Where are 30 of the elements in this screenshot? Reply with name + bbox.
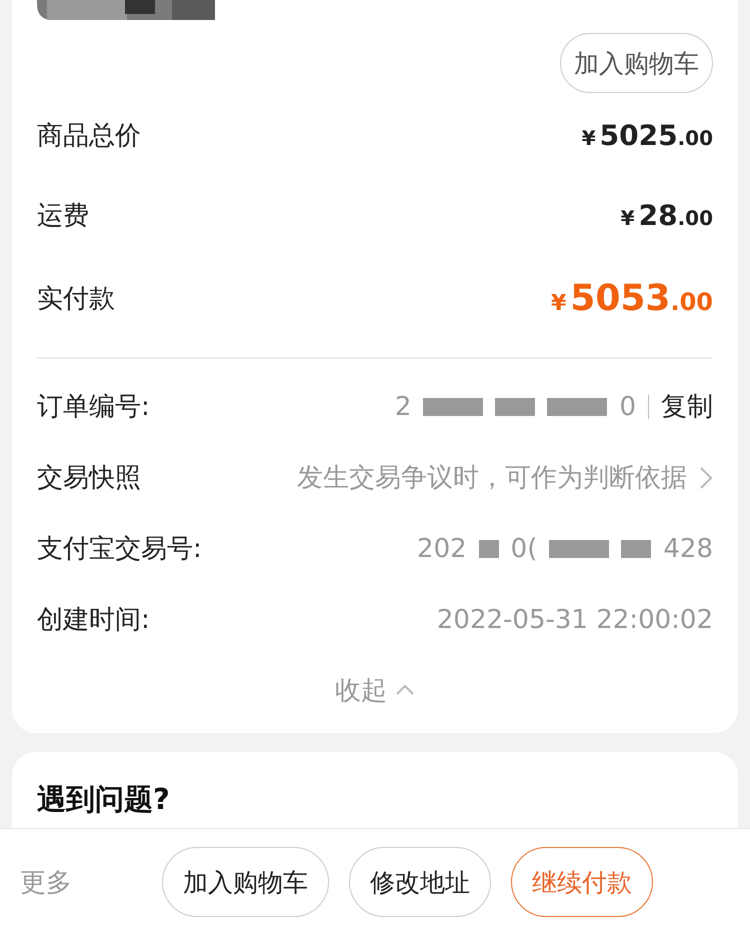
redaction-mark bbox=[495, 398, 536, 416]
action-button[interactable]: 修改地址 bbox=[349, 847, 491, 917]
order-number: 2 bbox=[394, 392, 412, 422]
add-to-cart-button[interactable]: 加入购物车 bbox=[560, 33, 713, 93]
price-value: ¥5025.00 bbox=[582, 119, 713, 152]
order-number: 0 bbox=[619, 392, 636, 422]
price-value: ¥28.00 bbox=[620, 199, 713, 232]
redaction-mark bbox=[621, 540, 652, 558]
chevron-up-icon bbox=[395, 684, 415, 696]
action-button[interactable]: 加入购物车 bbox=[162, 847, 329, 917]
redaction-mark bbox=[549, 540, 610, 558]
price-label: 实付款 bbox=[37, 282, 115, 316]
transaction-number: 202 bbox=[417, 534, 467, 564]
redaction-mark bbox=[478, 540, 499, 558]
copy-link[interactable]: 复制 bbox=[661, 389, 713, 424]
transaction-number: 0( bbox=[510, 534, 538, 564]
detail-label: 交易快照 bbox=[37, 462, 141, 495]
price-label: 商品总价 bbox=[37, 120, 141, 153]
redaction-mark bbox=[423, 398, 484, 416]
created-time: 2022-05-31 22:00:02 bbox=[436, 604, 713, 634]
chevron-right-icon[interactable] bbox=[699, 466, 713, 490]
help-title: 遇到问题? bbox=[37, 782, 170, 816]
price-value: ¥5053.00 bbox=[550, 278, 713, 318]
detail-label: 订单编号: bbox=[37, 391, 150, 424]
redaction-mark bbox=[547, 398, 608, 416]
transaction-number: 428 bbox=[663, 534, 713, 564]
detail-label: 支付宝交易号: bbox=[37, 533, 202, 566]
detail-label: 创建时间: bbox=[37, 604, 150, 637]
snapshot-hint: 发生交易争议时，可作为判断依据 bbox=[297, 462, 687, 495]
price-label: 运费 bbox=[37, 200, 89, 233]
